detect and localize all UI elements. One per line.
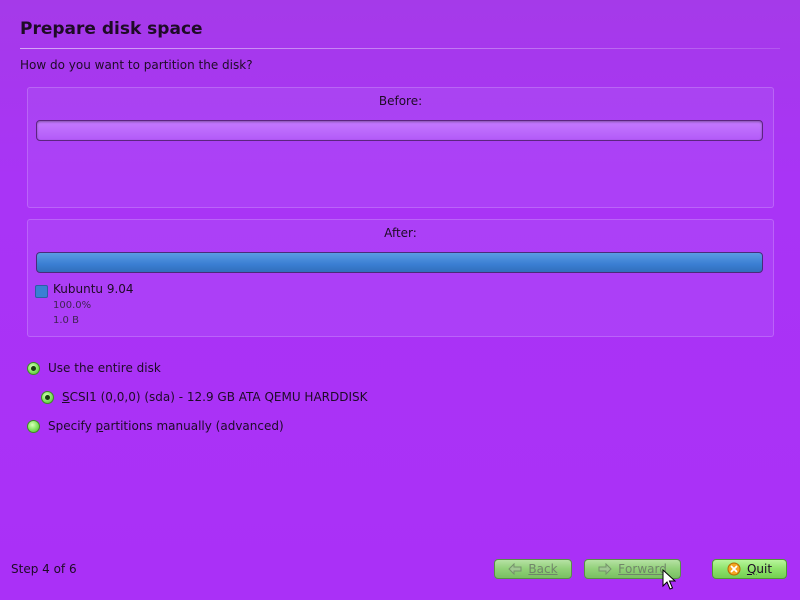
- use-entire-disk-radio[interactable]: [27, 361, 40, 375]
- disk-sda-label: SCSI1 (0,0,0) (sda) - 12.9 GB ATA QEMU H…: [62, 390, 368, 404]
- after-label: After:: [384, 226, 417, 240]
- quit-icon: [727, 562, 741, 576]
- back-mnemonic: B: [528, 562, 537, 576]
- back-arrow-icon: [508, 562, 522, 576]
- manual-partition-label-rest: artitions manually (advanced): [103, 419, 284, 433]
- disk-sda-option[interactable]: SCSI1 (0,0,0) (sda) - 12.9 GB ATA QEMU H…: [41, 390, 368, 404]
- forward-label: orward: [625, 562, 667, 576]
- forward-mnemonic: F: [618, 562, 626, 576]
- page-title: Prepare disk space: [20, 19, 203, 39]
- manual-partition-label-pre: Specify: [48, 419, 96, 433]
- partition-name: Kubuntu 9.04: [53, 282, 134, 296]
- manual-partition-radio[interactable]: [27, 419, 40, 433]
- forward-arrow-icon: [598, 562, 612, 576]
- step-indicator: Step 4 of 6: [11, 562, 77, 576]
- manual-partition-label: Specify partitions manually (advanced): [48, 419, 284, 433]
- mouse-pointer-icon: [662, 568, 677, 595]
- use-entire-disk-label: Use the entire disk: [48, 361, 161, 375]
- quit-mnemonic: Q: [746, 562, 757, 576]
- manual-partition-option[interactable]: Specify partitions manually (advanced): [27, 419, 284, 433]
- partition-question: How do you want to partition the disk?: [20, 58, 253, 72]
- disk-sda-radio[interactable]: [41, 390, 54, 404]
- back-button[interactable]: Back: [494, 559, 572, 579]
- partition-size: 1.0 B: [53, 315, 79, 326]
- before-label: Before:: [378, 94, 423, 108]
- disk-sda-label-rest: CSI1 (0,0,0) (sda) - 12.9 GB ATA QEMU HA…: [69, 390, 368, 404]
- before-panel: Before:: [27, 87, 774, 208]
- after-disk-bar: [36, 252, 763, 273]
- use-entire-disk-option[interactable]: Use the entire disk: [27, 361, 161, 375]
- manual-partition-mnemonic: p: [95, 419, 104, 433]
- title-divider: [20, 48, 780, 49]
- partition-percent: 100.0%: [53, 300, 92, 311]
- quit-label: uit: [756, 562, 773, 576]
- partition-color-swatch: [35, 285, 48, 298]
- before-disk-bar: [36, 120, 763, 141]
- disk-sda-mnemonic: S: [62, 390, 70, 404]
- back-label: ack: [536, 562, 558, 576]
- quit-button[interactable]: Quit: [712, 559, 787, 579]
- after-panel: After: Kubuntu 9.04 100.0% 1.0 B: [27, 219, 774, 337]
